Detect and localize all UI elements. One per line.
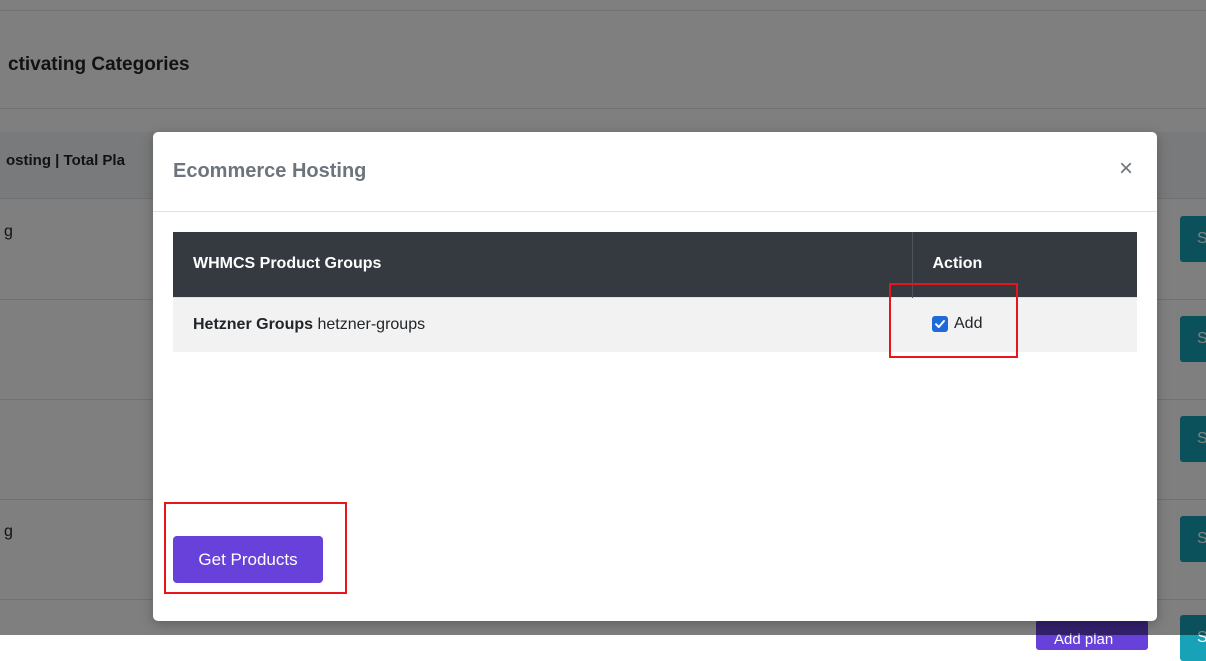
add-label: Add	[954, 314, 983, 332]
close-icon[interactable]: ×	[1111, 154, 1141, 184]
group-cell: Hetzner Groups hetzner-groups	[173, 296, 912, 352]
column-header-groups: WHMCS Product Groups	[173, 232, 912, 297]
group-slug: hetzner-groups	[317, 315, 426, 333]
group-name: Hetzner Groups	[193, 315, 314, 333]
action-cell: Add	[912, 296, 1137, 352]
get-products-button[interactable]: Get Products	[173, 536, 323, 583]
ecommerce-hosting-modal: Ecommerce Hosting × WHMCS Product Groups…	[153, 132, 1157, 621]
checkmark-icon	[935, 319, 945, 328]
table-row: Hetzner Groups hetzner-groups Add	[173, 296, 1137, 352]
add-group-toggle[interactable]: Add	[932, 315, 982, 333]
modal-title: Ecommerce Hosting	[173, 160, 367, 182]
add-checkbox[interactable]	[932, 315, 948, 332]
table-header: WHMCS Product Groups Action	[173, 232, 1137, 297]
product-groups-table: WHMCS Product Groups Action Hetzner Grou…	[173, 232, 1137, 352]
column-header-action: Action	[911, 232, 1137, 297]
